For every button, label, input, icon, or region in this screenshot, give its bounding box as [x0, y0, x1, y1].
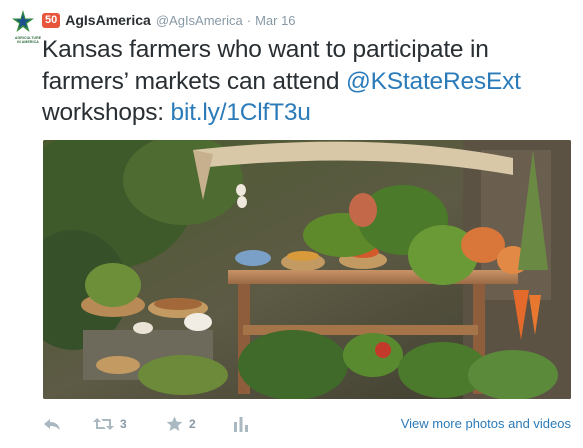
star-icon	[166, 416, 183, 431]
avatar-caption: AGRICULTURE IN AMERICA	[14, 36, 42, 44]
tweet-actions: 3 2 View more photos and videos	[0, 409, 583, 439]
tweet-card: AGRICULTURE IN AMERICA 50 AgIsAmerica @A…	[0, 0, 583, 448]
url-link[interactable]: bit.ly/1ClfT3u	[171, 99, 311, 126]
tweet-body-text-2: workshops:	[42, 99, 171, 126]
farmers-market-vegetables-image	[43, 140, 571, 399]
mention-link[interactable]: @KStateResExt	[346, 68, 521, 95]
view-more-photos-link[interactable]: View more photos and videos	[401, 416, 571, 431]
bar-chart-icon	[234, 417, 248, 432]
tweet-date[interactable]: Mar 16	[255, 13, 295, 28]
tweet-header: 50 AgIsAmerica @AgIsAmerica · Mar 16	[42, 10, 296, 30]
agriculture-logo-icon	[12, 10, 34, 32]
author-handle[interactable]: @AgIsAmerica	[156, 13, 243, 28]
avatar[interactable]: AGRICULTURE IN AMERICA	[8, 8, 41, 44]
stats-button[interactable]	[234, 409, 248, 439]
retweet-button[interactable]: 3	[93, 409, 127, 439]
retweet-count: 3	[120, 417, 127, 431]
reply-icon	[44, 419, 60, 430]
favorite-button[interactable]: 2	[166, 409, 196, 439]
anniversary-badge: 50	[42, 12, 61, 28]
favorite-count: 2	[189, 417, 196, 431]
tweet-photo[interactable]	[43, 140, 571, 399]
reply-button[interactable]	[43, 409, 61, 439]
tweet-text: Kansas farmers who want to participate i…	[42, 34, 572, 129]
retweet-icon	[93, 418, 114, 430]
author-name[interactable]: AgIsAmerica	[65, 12, 151, 28]
separator-dot: ·	[246, 12, 252, 28]
